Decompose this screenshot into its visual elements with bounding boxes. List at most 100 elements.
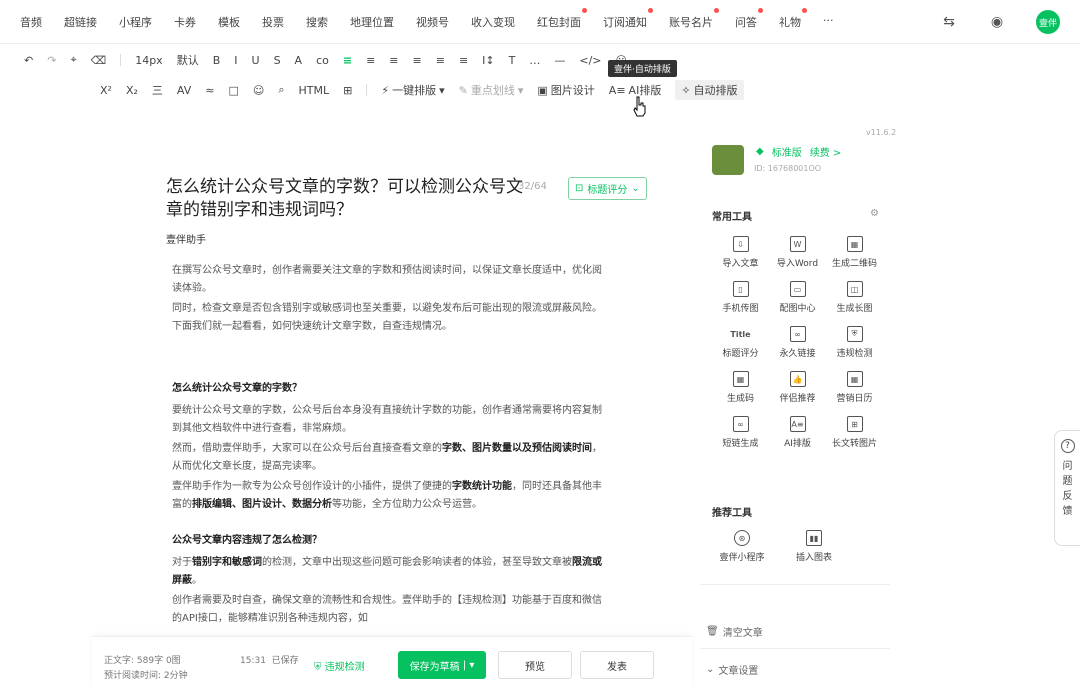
format-button[interactable]: ⊞ <box>343 82 352 98</box>
article-body[interactable]: 在撰写公众号文章时，创作者需要关注文章的字数和预估阅读时间，以保证文章长度适中，… <box>172 262 604 630</box>
nav-item[interactable]: 礼物 <box>779 8 807 30</box>
redo-icon[interactable]: ↷ <box>47 54 56 67</box>
format-button[interactable]: 14px <box>135 52 163 68</box>
nav-item[interactable]: 卡券 <box>174 14 196 30</box>
tool-item[interactable]: ▭ 配图中心 <box>769 281 826 314</box>
divider <box>366 84 368 96</box>
author-field[interactable]: 壹伴助手 <box>166 231 206 246</box>
nav-item[interactable]: 收入变现 <box>471 14 515 30</box>
tool-icon: ▯ <box>732 281 749 297</box>
nav-item[interactable]: 超链接 <box>64 14 97 30</box>
renew-link[interactable]: 续费 > <box>810 144 842 159</box>
tool-item[interactable]: ▯ 手机传图 <box>712 281 769 314</box>
clear-format-icon[interactable]: ⌫ <box>91 54 107 67</box>
rec-tool-item[interactable]: ⊛ 壹伴小程序 <box>712 530 772 563</box>
format-button[interactable]: co <box>316 52 329 68</box>
tool-item[interactable]: 👍 伴侣推荐 <box>769 371 826 404</box>
tool-item[interactable]: ∞ 永久链接 <box>769 326 826 359</box>
more-icon[interactable]: ··· <box>823 14 834 30</box>
format-button[interactable]: U <box>252 52 260 68</box>
nav-item[interactable]: 红包封面 <box>537 8 587 30</box>
save-draft-button[interactable]: 保存为草稿 | ▾ <box>398 651 486 679</box>
format-button[interactable]: ≡ <box>413 52 422 68</box>
toolbar2-items: X² X₂ 三 AV ≈ □ ☺ ⌕ HTML ⊞ <box>100 82 366 98</box>
image-design-button[interactable]: ▣ 图片设计 <box>537 82 594 98</box>
export-icon[interactable]: ⇆ <box>940 13 958 31</box>
nav-item[interactable]: 小程序 <box>119 14 152 30</box>
format-button[interactable]: B <box>213 52 221 68</box>
tool-item[interactable]: ▦ 营销日历 <box>826 371 883 404</box>
horizontal-line-icon[interactable]: — <box>554 54 565 67</box>
avatar[interactable]: 壹伴 <box>1036 10 1060 34</box>
nav-item[interactable]: 搜索 <box>306 14 328 30</box>
feedback-button[interactable]: ? 问题反馈 <box>1054 430 1080 546</box>
tool-item[interactable]: W 导入Word <box>769 236 826 269</box>
format-button[interactable]: 默认 <box>177 52 199 68</box>
format-button[interactable]: □ <box>228 82 238 98</box>
tool-item[interactable]: ⊞ 长文转图片 <box>826 416 883 449</box>
format-button[interactable]: T <box>509 52 516 68</box>
code-icon[interactable]: </> <box>579 54 601 67</box>
auto-layout-button[interactable]: ✧ 自动排版 <box>675 80 744 100</box>
format-button[interactable]: ≡ <box>366 52 375 68</box>
violation-check-button[interactable]: ⛨ 违规检测 <box>314 658 365 673</box>
publish-button[interactable]: 发表 <box>580 651 654 679</box>
tool-item[interactable]: ⇩ 导入文章 <box>712 236 769 269</box>
tool-icon: ∞ <box>732 416 749 432</box>
undo-icon[interactable]: ↶ <box>24 54 33 67</box>
format-toolbar-2: X² X₂ 三 AV ≈ □ ☺ ⌕ HTML ⊞ ⚡ 一键排版 ▾ ✎ 重点划线 ▾ ▣ 图片设计 A≡ A… <box>100 80 1080 100</box>
tool-item[interactable]: ▦ 生成码 <box>712 371 769 404</box>
format-button[interactable]: I <box>234 52 237 68</box>
shield-icon[interactable]: ◉ <box>988 13 1006 31</box>
tool-item[interactable]: Title 标题评分 <box>712 326 769 360</box>
format-button[interactable]: ≈ <box>205 82 214 98</box>
tool-item[interactable]: ⛨ 违规检测 <box>826 326 883 359</box>
page-title[interactable]: 怎么统计公众号文章的字数？可以检测公众号文章的错别字和违规词吗？ <box>166 176 526 222</box>
format-button[interactable]: 三 <box>152 82 163 98</box>
format-button[interactable]: I↕ <box>482 52 494 68</box>
nav-item[interactable]: 音频 <box>20 14 42 30</box>
format-button[interactable]: AV <box>177 82 191 98</box>
clear-article-button[interactable]: 🗑 清空文章 <box>706 624 763 639</box>
oneclick-layout-button[interactable]: ⚡ 一键排版 ▾ <box>381 82 444 98</box>
tool-item[interactable]: ∞ 短链生成 <box>712 416 769 449</box>
format-button[interactable]: A <box>295 52 303 68</box>
title-score-button[interactable]: ⊡ 标题评分 ⌄ <box>568 177 647 200</box>
preview-button[interactable]: 预览 <box>498 651 572 679</box>
tool-label: 标题评分 <box>722 349 759 359</box>
tool-item[interactable]: A≡ AI排版 <box>769 416 826 449</box>
nav-item[interactable]: 订阅通知 <box>603 8 653 30</box>
pen-icon: ✎ <box>458 83 468 97</box>
more-icon[interactable]: … <box>529 54 540 67</box>
format-button[interactable]: ≡ <box>459 52 468 68</box>
gear-icon[interactable]: ⚙ <box>870 208 879 219</box>
nav-item[interactable]: 投票 <box>262 14 284 30</box>
nav-item[interactable]: 问答 <box>735 8 763 30</box>
format-button[interactable]: ☺ <box>253 82 264 98</box>
tool-item[interactable]: ◫ 生成长图 <box>826 281 883 314</box>
format-button[interactable]: ≡ <box>343 52 352 68</box>
format-button[interactable]: X₂ <box>126 82 138 98</box>
title-area[interactable]: 怎么统计公众号文章的字数？可以检测公众号文章的错别字和违规词吗？ <box>166 176 526 222</box>
nav-item[interactable]: 模板 <box>218 14 240 30</box>
focus-line-button[interactable]: ✎ 重点划线 ▾ <box>459 82 524 98</box>
format-button[interactable]: HTML <box>299 82 330 98</box>
read-time: 预计阅读时间: 2分钟 <box>104 671 188 681</box>
nav-item[interactable]: 地理位置 <box>350 14 394 30</box>
rec-tool-item[interactable]: ▮▮ 插入图表 <box>784 530 844 563</box>
nav-item[interactable]: 账号名片 <box>669 8 719 30</box>
badge-dot <box>648 8 653 13</box>
format-button[interactable]: ≡ <box>436 52 445 68</box>
format-button[interactable]: S <box>274 52 281 68</box>
plan-label: ◆ 标准版 续费 > <box>756 144 842 159</box>
format-button[interactable]: X² <box>100 82 112 98</box>
nav-item[interactable]: 视频号 <box>416 14 449 30</box>
format-paint-icon[interactable]: ⌖ <box>70 53 76 67</box>
tool-item[interactable]: ▦ 生成二维码 <box>826 236 883 269</box>
format-button[interactable]: ⌕ <box>278 82 284 98</box>
article-settings-button[interactable]: ⌄ 文章设置 <box>706 662 758 677</box>
tool-label: 生成二维码 <box>831 259 877 269</box>
tool-label: 手机传图 <box>722 304 759 314</box>
format-button[interactable]: ≡ <box>389 52 398 68</box>
word-count: 正文字: 589字 0图 <box>104 656 181 666</box>
